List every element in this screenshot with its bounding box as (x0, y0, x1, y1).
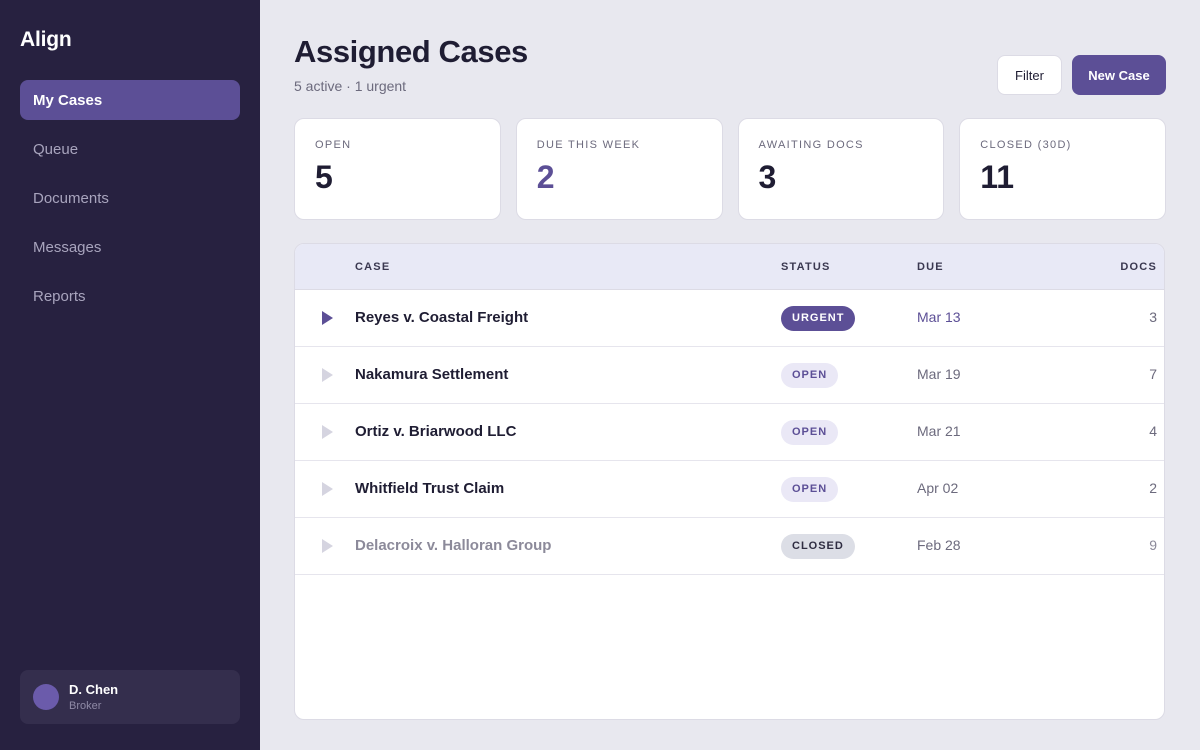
brand-logo: Align (20, 28, 72, 51)
case-name[interactable]: Whitfield Trust Claim (355, 480, 504, 497)
stat-card-awaiting-docs: AWAITING DOCS 3 (737, 118, 945, 220)
column-header-case[interactable]: CASE (355, 261, 781, 273)
case-name[interactable]: Reyes v. Coastal Freight (355, 309, 528, 326)
column-header-docs[interactable]: DOCS (1047, 261, 1157, 273)
table-row[interactable]: Delacroix v. Halloran Group CLOSED Feb 2… (295, 518, 1164, 575)
status-badge: URGENT (781, 305, 856, 331)
sidebar-item-messages[interactable]: Messages (20, 227, 240, 267)
user-role: Broker (69, 700, 102, 712)
due-date: Mar 19 (917, 366, 961, 382)
header-actions: Filter New Case (997, 55, 1166, 95)
stat-label: OPEN (315, 139, 352, 151)
due-date: Mar 13 (917, 309, 961, 325)
column-header-status[interactable]: STATUS (781, 261, 917, 273)
stat-label: CLOSED (30D) (980, 139, 1072, 151)
status-badge: OPEN (781, 476, 839, 502)
stat-value: 5 (315, 159, 333, 195)
sidebar-item-my-cases[interactable]: My Cases (20, 80, 240, 120)
play-icon[interactable] (321, 425, 333, 439)
table-row[interactable]: Whitfield Trust Claim OPEN Apr 02 2 (295, 461, 1164, 518)
page-subtitle: 5 active · 1 urgent (294, 78, 407, 94)
user-card[interactable]: D. Chen Broker (20, 670, 240, 724)
stat-value: 2 (536, 159, 555, 195)
sidebar-item-queue[interactable]: Queue (20, 129, 240, 169)
due-date: Feb 28 (917, 537, 961, 553)
stat-card-closed: CLOSED (30D) 11 (959, 118, 1166, 220)
stat-value: 11 (980, 159, 1015, 195)
table-row[interactable]: Ortiz v. Briarwood LLC OPEN Mar 21 4 (295, 404, 1164, 461)
column-header-due[interactable]: DUE (917, 261, 1047, 273)
table-row[interactable]: Reyes v. Coastal Freight URGENT Mar 13 3 (295, 290, 1164, 347)
stats-row: OPEN 5 DUE THIS WEEK 2 AWAITING DOCS 3 C… (294, 118, 1166, 220)
status-badge: CLOSED (781, 533, 855, 559)
play-icon[interactable] (321, 482, 333, 496)
stat-label: AWAITING DOCS (758, 139, 864, 151)
status-badge: OPEN (781, 362, 839, 388)
play-icon[interactable] (321, 539, 333, 553)
stat-card-due-this-week: DUE THIS WEEK 2 (515, 118, 723, 220)
play-icon[interactable] (321, 311, 333, 325)
avatar (33, 684, 59, 710)
due-date: Apr 02 (917, 480, 959, 496)
cases-table: CASE STATUS DUE DOCS Reyes v. Coastal Fr… (294, 243, 1165, 720)
stat-card-open: OPEN 5 (294, 118, 501, 220)
sidebar: Align My Cases Queue Documents Messages … (0, 0, 260, 750)
docs-count: 4 (1149, 423, 1157, 439)
case-name[interactable]: Delacroix v. Halloran Group (355, 537, 551, 554)
docs-count: 9 (1149, 537, 1157, 553)
page-header: Assigned Cases 5 active · 1 urgent Filte… (294, 34, 1166, 118)
main-content: Assigned Cases 5 active · 1 urgent Filte… (260, 0, 1200, 750)
stat-label: DUE THIS WEEK (536, 139, 641, 151)
table-row[interactable]: Nakamura Settlement OPEN Mar 19 7 (295, 347, 1164, 404)
table-header: CASE STATUS DUE DOCS (295, 244, 1164, 290)
filter-button[interactable]: Filter (997, 55, 1062, 95)
due-date: Mar 21 (917, 423, 961, 439)
stat-value: 3 (758, 159, 777, 195)
docs-count: 2 (1149, 480, 1157, 496)
user-name: D. Chen (69, 682, 119, 697)
play-icon[interactable] (321, 368, 333, 382)
status-badge: OPEN (781, 419, 839, 445)
case-name[interactable]: Nakamura Settlement (355, 366, 508, 383)
sidebar-item-reports[interactable]: Reports (20, 276, 240, 316)
docs-count: 3 (1149, 309, 1157, 325)
page-title: Assigned Cases (294, 34, 528, 69)
docs-count: 7 (1149, 366, 1157, 382)
case-name[interactable]: Ortiz v. Briarwood LLC (355, 423, 516, 440)
sidebar-nav: My Cases Queue Documents Messages Report… (20, 80, 240, 316)
new-case-button[interactable]: New Case (1072, 55, 1166, 95)
sidebar-item-documents[interactable]: Documents (20, 178, 240, 218)
